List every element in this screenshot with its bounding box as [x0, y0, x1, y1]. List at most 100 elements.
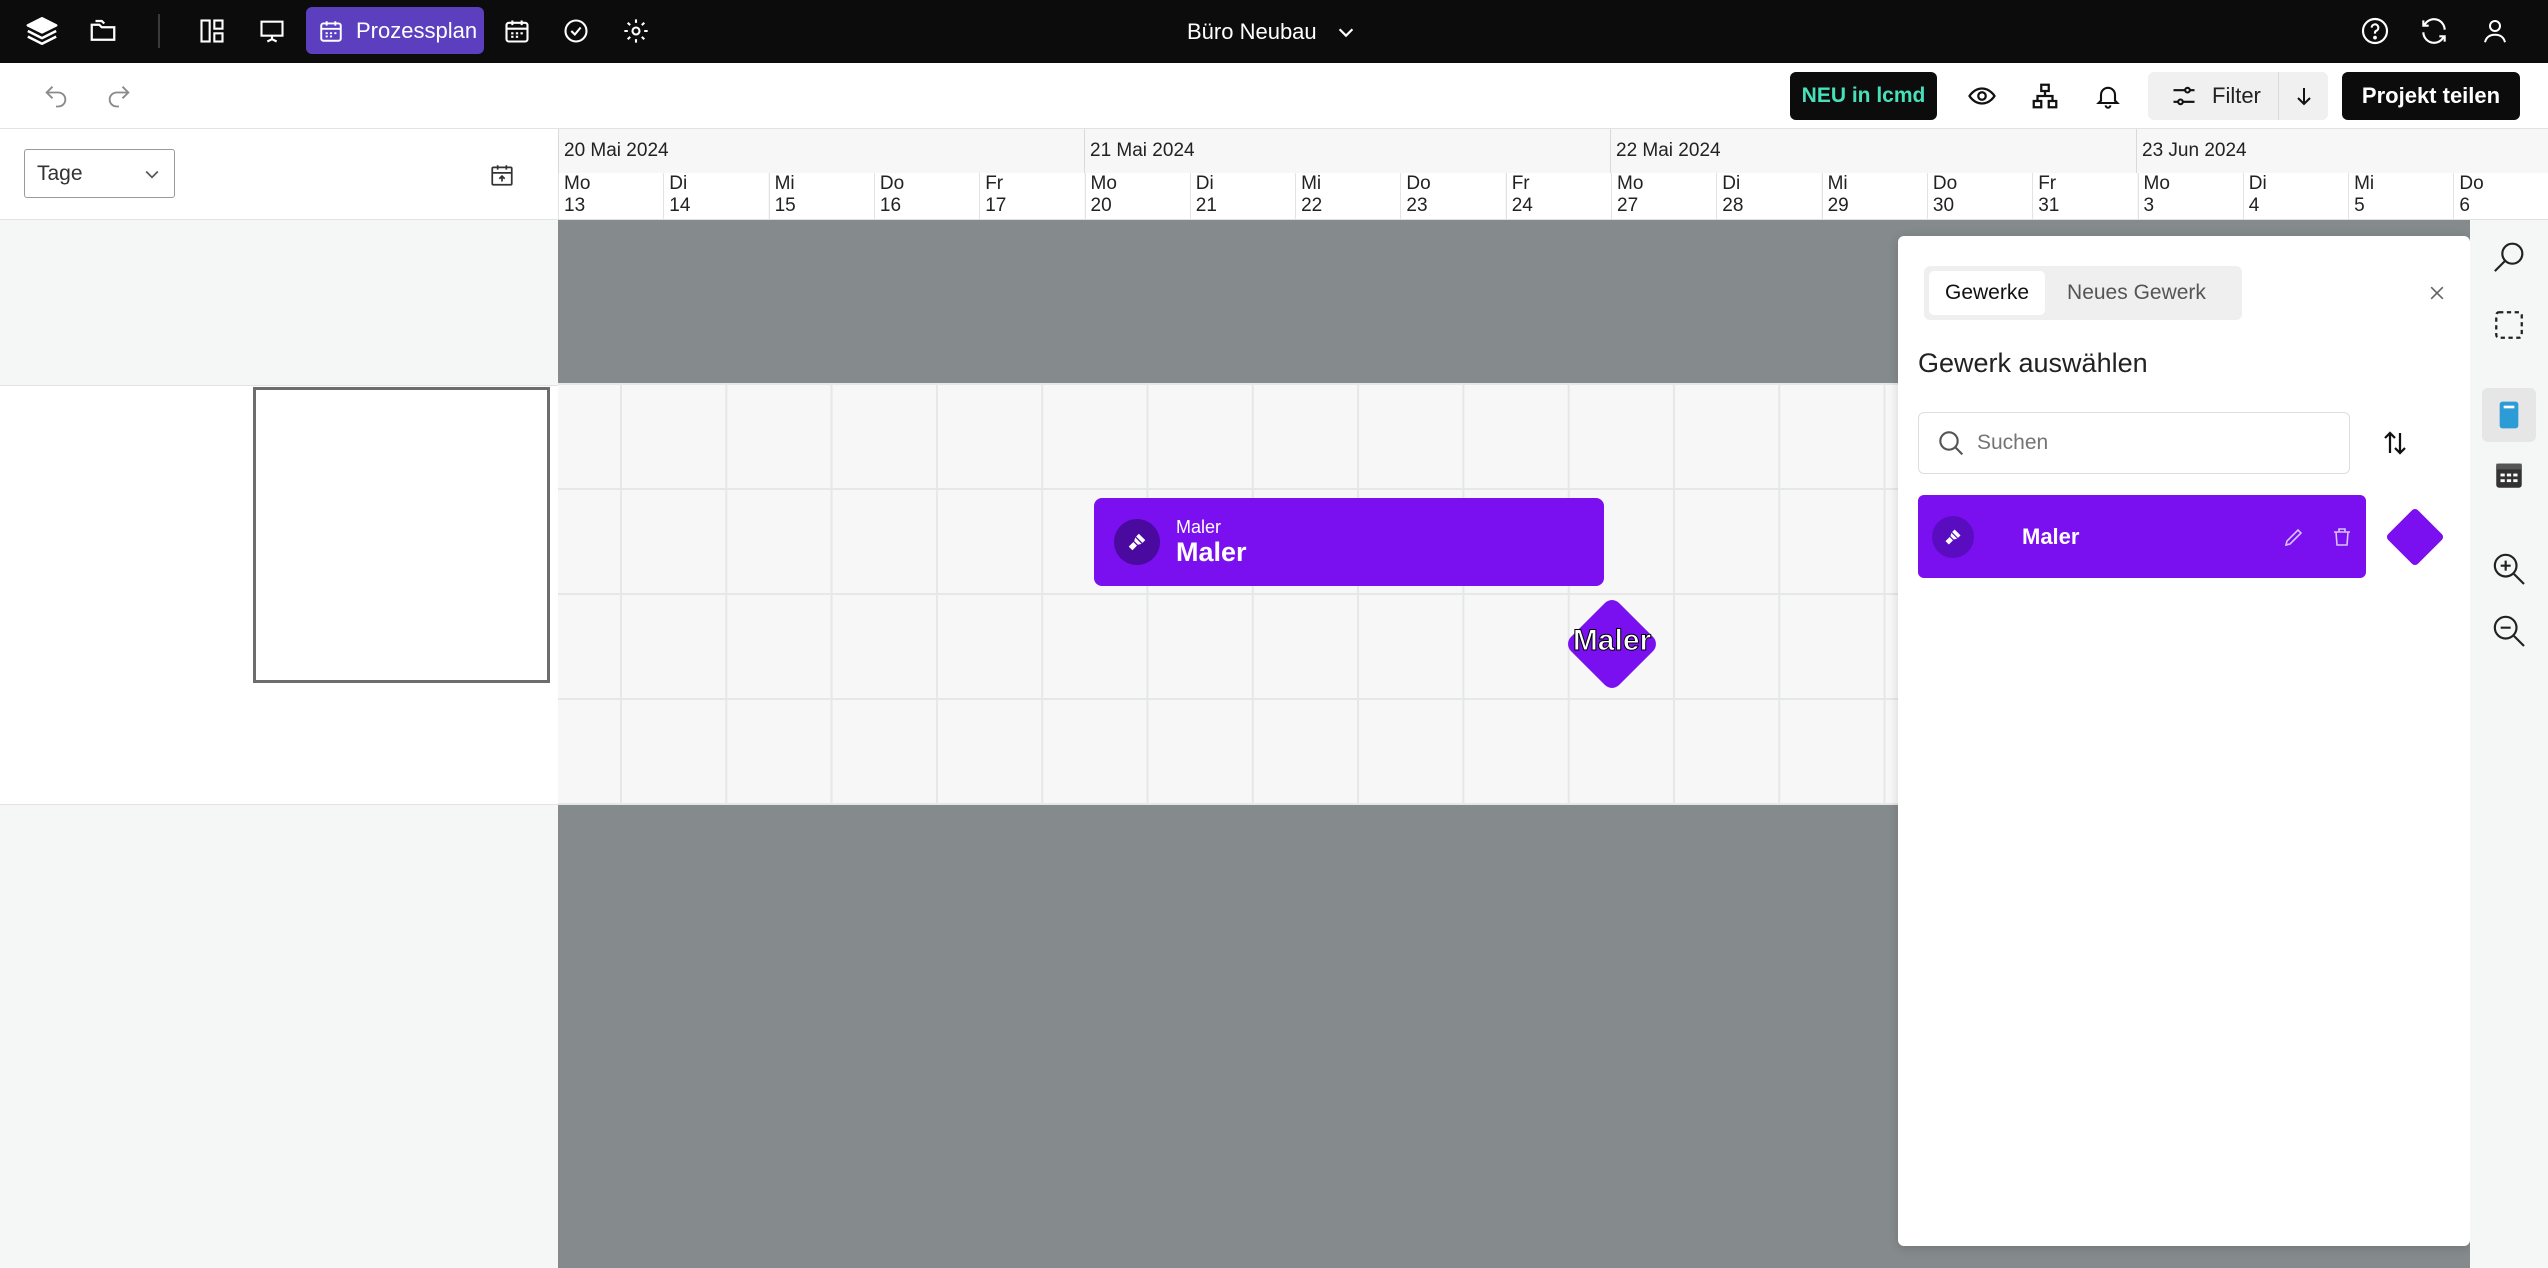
timeline-header: 20 Mai 2024 21 Mai 2024 22 Mai 2024 23 J…	[558, 129, 2548, 220]
search-input[interactable]	[1977, 431, 2337, 455]
day-weekday: Do	[2459, 173, 2484, 194]
day-number: 20	[1090, 195, 1112, 216]
day-number: 13	[564, 195, 586, 216]
day-header-cell: Mi 22	[1295, 173, 1401, 219]
close-icon[interactable]	[2422, 278, 2452, 308]
dashboard-icon[interactable]	[193, 12, 231, 50]
milestone-diamond-button[interactable]	[2385, 507, 2445, 567]
folder-icon[interactable]	[84, 12, 122, 50]
project-selector[interactable]: Büro Neubau	[1187, 0, 1357, 63]
task-texts: Maler Maler	[1176, 517, 1247, 567]
milestone-label: Maler	[1572, 624, 1652, 658]
filter-button[interactable]: Filter	[2148, 82, 2278, 110]
day-number: 21	[1195, 195, 1217, 216]
eye-icon[interactable]	[1964, 78, 2000, 114]
toolbar-divider	[158, 14, 160, 48]
top-navigation-bar: Prozessplan Büro Neubau	[0, 0, 2548, 63]
zoom-in-icon[interactable]	[2482, 542, 2536, 596]
undo-icon[interactable]	[38, 78, 74, 114]
help-icon[interactable]	[2356, 12, 2394, 50]
day-header-cell: Mo 3	[2137, 173, 2243, 219]
trash-icon[interactable]	[2318, 513, 2366, 561]
day-weekday: Mi	[1301, 173, 1322, 194]
day-number: 5	[2354, 195, 2365, 216]
panel-title: Gewerk auswählen	[1918, 348, 2148, 378]
trade-book-icon[interactable]	[2482, 388, 2536, 442]
search-icon[interactable]	[2482, 230, 2536, 284]
search-box	[1918, 412, 2350, 474]
day-header-cell: Fr 24	[1505, 173, 1611, 219]
day-header-cell: Di 28	[1716, 173, 1822, 219]
tab-neues-gewerk[interactable]: Neues Gewerk	[2051, 271, 2222, 315]
day-weekday: Mo	[1617, 173, 1644, 194]
filter-group: Filter	[2148, 72, 2328, 120]
jump-to-today-icon[interactable]	[484, 157, 520, 193]
calendar-table-icon[interactable]	[2482, 448, 2536, 502]
bell-icon[interactable]	[2090, 78, 2126, 114]
list-item-label: Maler	[2022, 523, 2080, 549]
check-circle-icon[interactable]	[557, 12, 595, 50]
day-number: 16	[879, 195, 902, 216]
day-weekday: Di	[1195, 173, 1214, 194]
selection-rectangle[interactable]	[253, 387, 550, 683]
presentation-icon[interactable]	[253, 12, 291, 50]
list-item[interactable]: Maler	[1918, 495, 2366, 578]
marquee-select-icon[interactable]	[2482, 298, 2536, 352]
panel-tabs: Gewerke Neues Gewerk	[1924, 266, 2242, 320]
new-in-lcmd-badge[interactable]: NEU in lcmd	[1790, 72, 1937, 120]
task-trade-label: Maler	[1176, 517, 1222, 537]
day-weekday: Do	[1932, 173, 1958, 194]
week-label: 22 Mai 2024	[1610, 129, 1721, 173]
calendar-grid-icon[interactable]	[498, 12, 536, 50]
layers-icon[interactable]	[23, 12, 61, 50]
view-scale-value: Tage	[37, 161, 83, 185]
hierarchy-icon[interactable]	[2027, 78, 2063, 114]
day-number: 29	[1827, 195, 1849, 216]
arrow-down-icon	[2296, 88, 2311, 106]
day-weekday: Mi	[774, 173, 795, 194]
zoom-out-icon[interactable]	[2482, 604, 2536, 658]
refresh-icon[interactable]	[2415, 12, 2453, 50]
redo-icon[interactable]	[101, 78, 137, 114]
day-weekday: Di	[1722, 173, 1741, 194]
edit-icon[interactable]	[2270, 513, 2318, 561]
chevron-down-icon	[1338, 27, 1353, 37]
day-number: 31	[2038, 195, 2060, 216]
day-number: 15	[774, 195, 796, 216]
day-header-cell: Mi 5	[2348, 173, 2454, 219]
day-header-cell: Mi 15	[768, 173, 874, 219]
tab-prozessplan[interactable]: Prozessplan	[306, 7, 484, 54]
sort-icon[interactable]	[2376, 424, 2414, 462]
left-panel-header: Tage	[0, 129, 558, 220]
task-bar[interactable]: Maler Maler	[1094, 498, 1604, 586]
task-name: Maler	[1176, 537, 1247, 567]
day-weekday: Mi	[1827, 173, 1848, 194]
paint-brush-icon	[1932, 515, 1974, 558]
trade-panel: Gewerke Neues Gewerk Gewerk auswählen Ma…	[1898, 236, 2470, 1246]
day-weekday: Do	[1406, 173, 1431, 194]
day-header-cell: Mo 13	[558, 173, 663, 219]
gear-icon[interactable]	[617, 12, 655, 50]
day-weekday: Fr	[2038, 173, 2057, 194]
day-header-cell: Di 21	[1189, 173, 1295, 219]
week-label: 21 Mai 2024	[1084, 129, 1195, 173]
filter-dropdown-button[interactable]	[2279, 84, 2328, 108]
day-number: 27	[1617, 195, 1639, 216]
day-weekday: Fr	[985, 173, 1004, 194]
share-project-button[interactable]: Projekt teilen	[2342, 72, 2520, 120]
day-number: 23	[1406, 195, 1428, 216]
day-number: 22	[1301, 195, 1323, 216]
calendar-icon	[320, 20, 342, 42]
day-weekday: Mo	[1090, 173, 1117, 194]
tab-gewerke[interactable]: Gewerke	[1929, 271, 2046, 315]
day-number: 28	[1722, 195, 1744, 216]
right-toolbar	[2470, 220, 2548, 1268]
view-scale-select[interactable]: Tage	[24, 149, 175, 198]
filter-label: Filter	[2212, 83, 2261, 108]
day-header-cell: Di 4	[2242, 173, 2348, 219]
secondary-toolbar: NEU in lcmd Filter Projekt teilen	[0, 63, 2548, 129]
tab-prozessplan-label: Prozessplan	[356, 17, 478, 43]
day-weekday: Di	[2248, 173, 2267, 194]
user-icon[interactable]	[2476, 12, 2514, 50]
project-title: Büro Neubau	[1187, 18, 1317, 44]
